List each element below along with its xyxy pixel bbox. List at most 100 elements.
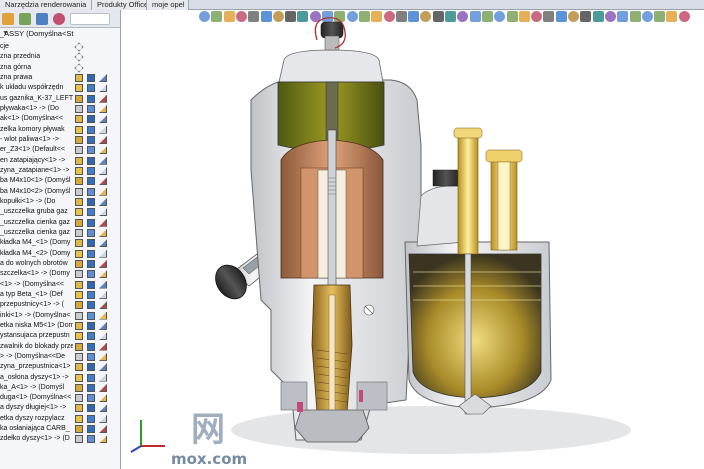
tree-item-label: a typ Beta_<1> (Def bbox=[0, 290, 63, 298]
tree-item[interactable]: etka niska M5<1> (Dom bbox=[0, 321, 120, 331]
tree-item[interactable]: etka dyszy rozpylacz bbox=[0, 414, 120, 424]
tree-item-label: etka dyszy rozpylacz bbox=[0, 414, 65, 422]
mate-icon bbox=[87, 373, 95, 382]
tree-item-label: _uszczelka gruba gaz bbox=[0, 208, 68, 216]
mate-icon bbox=[87, 125, 95, 134]
component-icon bbox=[75, 187, 83, 196]
tree-item[interactable]: zna prawa bbox=[0, 73, 120, 83]
feature-manager-icon[interactable] bbox=[2, 13, 14, 25]
tree-item[interactable]: a_osłona dyszy<1> -> bbox=[0, 373, 120, 383]
tree-item[interactable]: > -> (Domyślna<<De bbox=[0, 352, 120, 362]
tree-item[interactable]: kładka M4_<1> (Domy bbox=[0, 238, 120, 248]
display-state-icon bbox=[99, 218, 107, 227]
tree-item-label: kładka M4_<2> (Domy bbox=[0, 249, 71, 257]
mate-icon bbox=[87, 414, 95, 423]
property-manager-icon[interactable] bbox=[19, 13, 31, 25]
tree-item[interactable]: a do wolnych obrotów bbox=[0, 259, 120, 269]
tree-item[interactable]: ka_A<1> -> (Domyśl bbox=[0, 383, 120, 393]
mate-icon bbox=[87, 301, 95, 310]
tree-item[interactable]: zyna_zatapiane<1> -> bbox=[0, 166, 120, 176]
display-state-icon bbox=[99, 166, 107, 175]
tree-item-label: duga<1> (Domyślna<< bbox=[0, 394, 72, 402]
display-state-icon bbox=[99, 321, 107, 330]
tree-item-label: ka osłaniająca CARB_ bbox=[0, 425, 70, 433]
graphics-viewport[interactable]: 网 mox.com bbox=[121, 10, 704, 469]
mate-icon bbox=[87, 363, 95, 372]
mate-icon bbox=[87, 146, 95, 155]
tree-item[interactable]: ba M4x10<1> (Domyśl bbox=[0, 176, 120, 186]
tree-item[interactable]: ka osłaniająca CARB_ bbox=[0, 424, 120, 434]
tree-item[interactable]: szczelka<1> -> (Domy bbox=[0, 269, 120, 279]
tree-item[interactable]: <1> -> (Domyślna<< bbox=[0, 280, 120, 290]
top-cap bbox=[278, 49, 384, 83]
tree-item[interactable]: k układu współrzędn bbox=[0, 83, 120, 93]
mate-icon bbox=[87, 342, 95, 351]
tree-item[interactable]: er_Z3<1> (Default<< bbox=[0, 145, 120, 155]
mate-icon bbox=[87, 135, 95, 144]
tree-item[interactable]: zdełko dyszy<1> -> (D bbox=[0, 434, 120, 444]
mate-icon bbox=[87, 311, 95, 320]
tree-item-label: zyna_zatapiane<1> -> bbox=[0, 166, 70, 174]
tree-item[interactable]: inki<1> -> (Domyślna< bbox=[0, 311, 120, 321]
tree-item[interactable]: a typ Beta_<1> (Def bbox=[0, 290, 120, 300]
tab-moje-opel[interactable]: moje opel bbox=[147, 0, 189, 10]
ground-shadow bbox=[231, 406, 631, 454]
tree-root-row[interactable]: ▼ _ASSY (Domyślna<St bbox=[0, 28, 120, 40]
component-icon bbox=[75, 414, 83, 423]
tree-item[interactable]: _uszczelka gruba gaz bbox=[0, 207, 120, 217]
tree-item[interactable]: a dyszy długiej<1> -> bbox=[0, 403, 120, 413]
cable-adjuster bbox=[320, 21, 344, 39]
tree-item[interactable]: ak<1> (Domyślna<< bbox=[0, 114, 120, 124]
panel-filter-box[interactable] bbox=[70, 13, 110, 25]
tree-item[interactable]: kładka M4_<2> (Domy bbox=[0, 249, 120, 259]
tab-rendering-tools[interactable]: Narzędzia renderowania bbox=[0, 0, 92, 10]
mate-icon bbox=[87, 208, 95, 217]
component-icon bbox=[75, 115, 83, 124]
tree-item[interactable]: cje bbox=[0, 42, 120, 52]
tree-item[interactable]: zelka komory pływak bbox=[0, 125, 120, 135]
component-icon bbox=[75, 270, 83, 279]
tree-item-label: zwalnik do blokady przepus bbox=[0, 342, 73, 350]
tree-item[interactable]: zwalnik do blokady przepus bbox=[0, 342, 120, 352]
mate-icon bbox=[87, 383, 95, 392]
tree-item[interactable]: ystansujaca przepustn bbox=[0, 331, 120, 341]
component-icon bbox=[75, 311, 83, 320]
tree-item[interactable]: _uszczelka cienka gaz bbox=[0, 218, 120, 228]
mate-icon bbox=[87, 177, 95, 186]
tree-item[interactable]: zyna_przepustnica<1> bbox=[0, 362, 120, 372]
component-icon bbox=[75, 104, 83, 113]
tree-item-label: k układu współrzędn bbox=[0, 84, 64, 92]
tree-item[interactable]: ba M4x10<2> (Domyśl bbox=[0, 187, 120, 197]
display-state-icon bbox=[99, 383, 107, 392]
tree-item[interactable]: zna przednia bbox=[0, 52, 120, 62]
mate-icon bbox=[87, 435, 95, 444]
mate-icon bbox=[87, 115, 95, 124]
display-state-icon bbox=[99, 404, 107, 413]
tree-item[interactable]: przepustnicy<1> -> ( bbox=[0, 300, 120, 310]
component-icon bbox=[75, 373, 83, 382]
configuration-manager-icon[interactable] bbox=[36, 13, 48, 25]
tab-office-products[interactable]: Produkty Office bbox=[92, 0, 147, 10]
component-icon bbox=[75, 383, 83, 392]
tree-item-label: pływaka<1> -> (Do bbox=[0, 104, 59, 112]
appearance-icon[interactable] bbox=[53, 13, 65, 25]
tree-item[interactable]: kopułki<1> -> (Do bbox=[0, 197, 120, 207]
tree-item-label: zna prawa bbox=[0, 73, 33, 81]
display-state-icon bbox=[99, 104, 107, 113]
tree-item[interactable]: en zatapiający<1> -> bbox=[0, 156, 120, 166]
component-icon bbox=[75, 342, 83, 351]
tree-item-label: <1> -> (Domyślna<< bbox=[0, 280, 65, 288]
tree-item[interactable]: zna górna bbox=[0, 63, 120, 73]
tree-item[interactable]: - wlot paliwa<1> -> bbox=[0, 135, 120, 145]
tree-item[interactable]: duga<1> (Domyślna<< bbox=[0, 393, 120, 403]
component-icon bbox=[75, 84, 83, 93]
display-state-icon bbox=[99, 125, 107, 134]
mate-icon bbox=[87, 218, 95, 227]
display-state-icon bbox=[99, 301, 107, 310]
mate-icon bbox=[87, 156, 95, 165]
tree-item[interactable]: pływaka<1> -> (Do bbox=[0, 104, 120, 114]
tree-item[interactable]: us gaznika_K-37_LEFT bbox=[0, 94, 120, 104]
tree-item-label: przepustnicy<1> -> ( bbox=[0, 301, 65, 309]
tree-item-label: - wlot paliwa<1> -> bbox=[0, 135, 59, 143]
tree-item[interactable]: _uszczelka cienka gaz bbox=[0, 228, 120, 238]
